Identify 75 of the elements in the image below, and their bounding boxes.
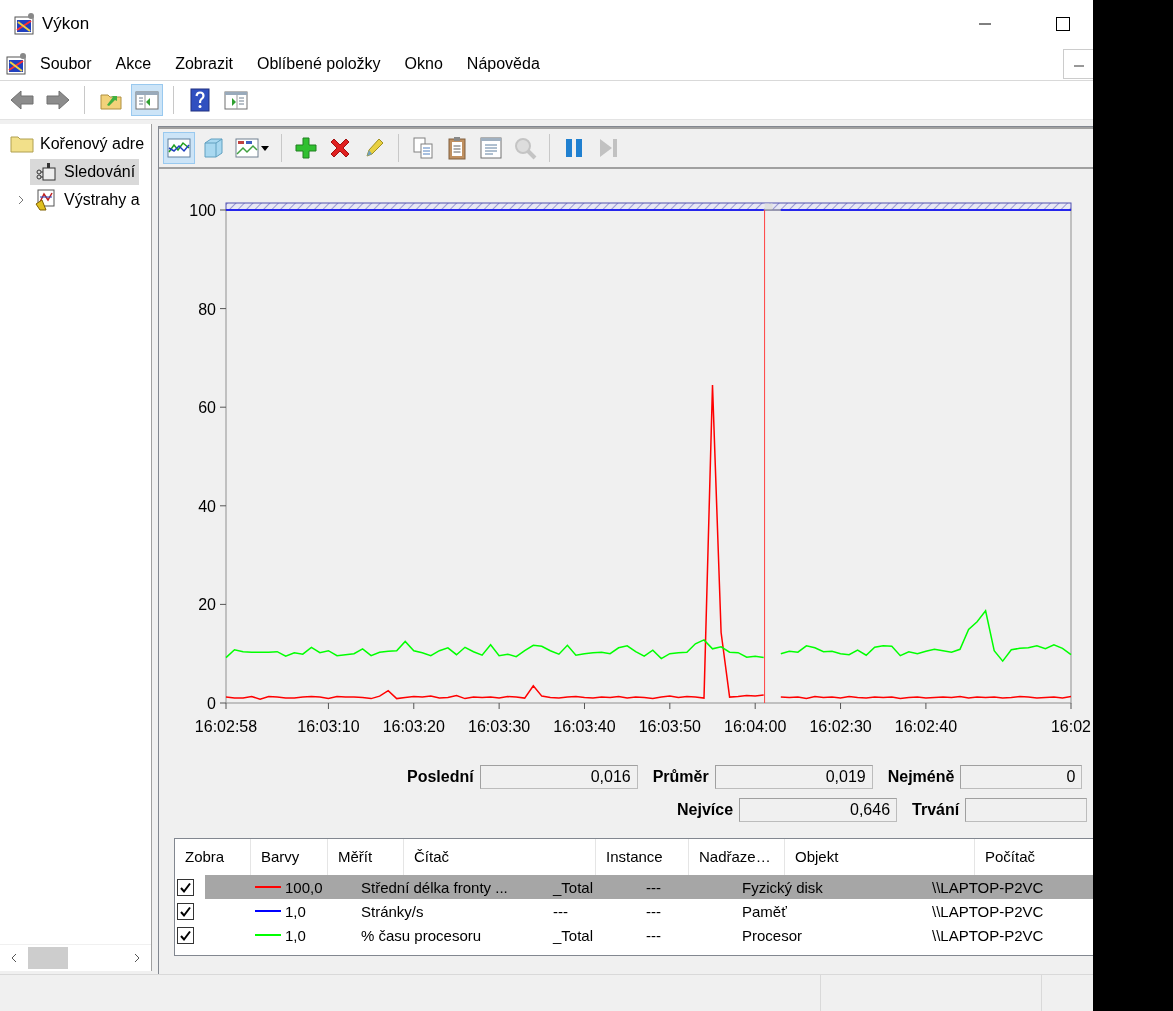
checkbox[interactable] [177, 878, 194, 896]
tree-item[interactable]: Sledování [30, 159, 140, 185]
axis-label: 16:03:40 [553, 718, 616, 735]
table-cell-text: % času procesoru [360, 926, 483, 944]
table-cell-text: \\LAPTOP-P2VC [931, 878, 1045, 896]
table-cell-text: Paměť [741, 902, 788, 920]
alerts-icon [34, 188, 58, 212]
axis-label: 16:02:58 [194, 718, 258, 735]
app-icon[interactable] [4, 52, 28, 76]
chevron-right-icon[interactable] [16, 195, 26, 205]
axis-label: 60 [198, 399, 216, 417]
table-cell-text: 1,0 [284, 926, 307, 944]
maximize-icon [1056, 17, 1070, 31]
stat-label: Průměr [652, 768, 709, 786]
window-title: Výkon [42, 14, 90, 34]
checkbox[interactable] [177, 902, 194, 920]
table-cell-text: Stránky/s [360, 902, 425, 920]
axis-label: 16:03:10 [297, 718, 360, 735]
axis-label: 0 [207, 695, 216, 712]
axis-label: 16:02:40 [894, 718, 958, 735]
chart-window-icon[interactable] [235, 136, 259, 160]
table-cell-text: 100,0 [284, 878, 324, 896]
stat-field: 0,646 [739, 798, 898, 822]
table-cell-text: _Total [551, 926, 595, 944]
axis-label: 16:03:20 [382, 718, 445, 735]
table-cell-text: \\LAPTOP-P2VC [931, 902, 1045, 920]
table-cell-text: --- [552, 902, 569, 920]
stat-field: 0,019 [714, 765, 873, 789]
table-cell-text: Procesor [741, 926, 804, 944]
table-cell-text: --- [645, 926, 662, 944]
axis-label: 80 [198, 300, 216, 318]
axis-label: 16:02:30 [809, 718, 872, 735]
caret-icon[interactable] [261, 145, 269, 151]
chevron-left-icon[interactable] [10, 953, 18, 963]
axis-label: 16:04:00 [724, 718, 787, 735]
table-cell-text: Střední délka fronty ... [360, 878, 509, 896]
scrollbar-thumb[interactable] [28, 947, 68, 969]
table-cell-text: \\LAPTOP-P2VC [931, 926, 1045, 944]
table-cell-text: --- [645, 902, 662, 920]
axis-label: 16:03:30 [468, 718, 531, 735]
minimize-button[interactable] [1063, 49, 1093, 79]
app-icon [12, 12, 36, 36]
table-cell-text: Fyzický disk [741, 878, 824, 896]
menu-item[interactable]: Nápověda [466, 55, 540, 73]
table-row[interactable]: 1,0 % času procesoru _Total --- Procesor \\LAPTOP-P2VC [175, 923, 1093, 947]
stat-label: Poslední [407, 768, 474, 786]
stat-label: Nejméně [887, 768, 955, 786]
checkmark-icon [179, 880, 192, 894]
stat-field: 0 [960, 765, 1083, 789]
table-row[interactable]: 100,0 Střední délka fronty ... _Total --- Fyzický disk \\LAPTOP-P2VC [175, 875, 1093, 899]
scrollbar[interactable] [0, 944, 151, 971]
menu-item[interactable]: Oblíbené položky [256, 55, 381, 73]
table-row[interactable]: 1,0 Stránky/s --- --- Paměť \\LAPTOP-P2VC [175, 899, 1093, 923]
axis-label: 20 [198, 596, 216, 614]
checkbox[interactable] [177, 926, 194, 944]
tree-item[interactable]: Kořenový adre [6, 131, 149, 157]
axis-label: 16:02 [1051, 718, 1091, 735]
menu-item[interactable]: Akce [115, 55, 152, 73]
menu-item[interactable]: Okno [404, 55, 443, 73]
table-cell-text: --- [645, 878, 662, 896]
table-cell-text: 1,0 [284, 902, 307, 920]
monitor-icon [34, 160, 58, 184]
checkmark-icon [179, 928, 192, 942]
menu-item[interactable]: Soubor [40, 55, 92, 73]
menu-item[interactable]: Zobrazit [175, 55, 233, 73]
checkmark-icon [179, 904, 192, 918]
table-cell-text: _Total [551, 878, 595, 896]
stat-label: Nejvíce [677, 801, 734, 819]
axis-label: 16:03:50 [638, 718, 701, 735]
axis-label: 40 [198, 497, 216, 515]
chevron-right-icon[interactable] [133, 953, 141, 963]
tree-item[interactable]: Výstrahy a [30, 187, 144, 213]
stat-label: Trvání [912, 801, 960, 819]
stat-field: 0,016 [479, 765, 638, 789]
axis-label: 100 [189, 202, 216, 219]
